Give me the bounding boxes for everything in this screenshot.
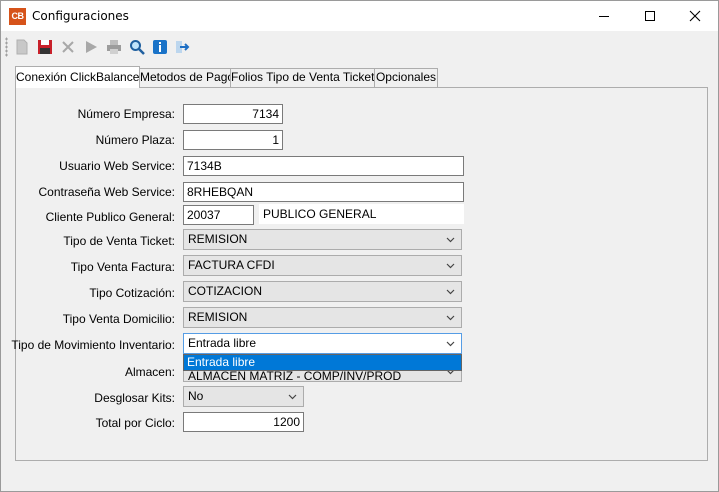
tab-panel-conexion: Número Empresa: 7134 Número Plaza: 1 Usu…	[11, 87, 708, 461]
run-icon	[86, 41, 97, 53]
tab-opcionales[interactable]: Opcionales	[374, 68, 438, 87]
tab-label: Folios Tipo de Venta Ticket	[231, 70, 375, 84]
numero-plaza-field[interactable]: 1	[183, 130, 283, 150]
numero-empresa-field[interactable]: 7134	[183, 104, 283, 124]
cliente-publico-label: Cliente Publico General:	[45, 210, 175, 224]
tipo-venta-factura-select[interactable]: FACTURA CFDI	[183, 255, 462, 276]
title-bar: CB Configuraciones	[1, 1, 718, 31]
tipo-cotizacion-value: COTIZACION	[188, 284, 262, 298]
chevron-down-icon	[288, 394, 297, 400]
maximize-icon	[645, 11, 655, 21]
tipo-venta-ticket-value: REMISION	[188, 232, 248, 246]
desglosar-kits-label: Desglosar Kits:	[94, 391, 175, 405]
app-logo-icon: CB	[9, 8, 26, 25]
tipo-venta-domicilio-value: REMISION	[188, 310, 248, 324]
tab-label: Metodos de Pago	[140, 70, 235, 84]
tab-label: Conexión ClickBalance	[16, 70, 140, 84]
save-icon	[38, 40, 52, 54]
new-button[interactable]	[13, 38, 31, 56]
tipo-mov-inventario-dropdown: Entrada libre	[183, 354, 462, 371]
info-button[interactable]	[151, 38, 169, 56]
exit-button[interactable]	[174, 38, 192, 56]
contrasena-ws-field[interactable]: 8RHEBQAN	[183, 182, 464, 202]
tipo-mov-inventario-label: Tipo de Movimiento Inventario:	[11, 338, 175, 352]
window-title: Configuraciones	[32, 9, 129, 23]
tipo-venta-factura-label: Tipo Venta Factura:	[70, 260, 175, 274]
delete-icon	[62, 41, 74, 53]
almacen-label: Almacen:	[124, 365, 175, 379]
info-icon	[153, 40, 167, 54]
tipo-venta-ticket-select[interactable]: REMISION	[183, 229, 462, 250]
tab-folios-tipo-venta-ticket[interactable]: Folios Tipo de Venta Ticket	[230, 68, 375, 87]
print-icon	[107, 40, 121, 54]
chevron-down-icon	[446, 237, 455, 243]
minimize-button[interactable]	[581, 1, 627, 31]
tab-metodos-de-pago[interactable]: Metodos de Pago	[139, 68, 235, 87]
delete-button[interactable]	[59, 38, 77, 56]
desglosar-kits-select[interactable]: No	[183, 386, 304, 407]
configuraciones-window: CB Configuraciones Conexión ClickBalance…	[0, 0, 719, 492]
chevron-down-icon	[446, 341, 455, 347]
numero-empresa-label: Número Empresa:	[77, 107, 175, 121]
minimize-icon	[599, 16, 609, 17]
print-button[interactable]	[105, 38, 123, 56]
tipo-venta-ticket-label: Tipo de Venta Ticket:	[63, 234, 175, 248]
contrasena-ws-label: Contraseña Web Service:	[38, 185, 175, 199]
desglosar-kits-value: No	[188, 389, 204, 403]
numero-plaza-label: Número Plaza:	[95, 133, 175, 147]
total-ciclo-field[interactable]: 1200	[183, 412, 304, 432]
dropdown-option-entrada-libre[interactable]: Entrada libre	[184, 355, 461, 370]
cliente-publico-name-field: PUBLICO GENERAL	[259, 204, 464, 224]
tipo-venta-domicilio-select[interactable]: REMISION	[183, 307, 462, 328]
tab-label: Opcionales	[375, 70, 437, 84]
new-icon	[16, 39, 28, 55]
tipo-venta-domicilio-label: Tipo Venta Domicilio:	[62, 312, 175, 326]
save-button[interactable]	[36, 38, 54, 56]
toolbar	[1, 32, 718, 62]
tab-conexion-clickbalance[interactable]: Conexión ClickBalance	[15, 66, 140, 88]
tipo-mov-inventario-value: Entrada libre	[188, 336, 257, 350]
chevron-down-icon	[446, 263, 455, 269]
usuario-ws-field[interactable]: 7134B	[183, 156, 464, 176]
run-button[interactable]	[82, 38, 100, 56]
tipo-cotizacion-label: Tipo Cotización:	[89, 286, 175, 300]
maximize-button[interactable]	[627, 1, 673, 31]
close-icon	[689, 10, 701, 22]
search-button[interactable]	[128, 38, 146, 56]
chevron-down-icon	[446, 289, 455, 295]
usuario-ws-label: Usuario Web Service:	[59, 159, 175, 173]
total-ciclo-label: Total por Ciclo:	[95, 416, 175, 430]
chevron-down-icon	[446, 315, 455, 321]
search-icon	[130, 40, 145, 55]
tipo-venta-factura-value: FACTURA CFDI	[188, 258, 275, 272]
cliente-publico-code-field[interactable]: 20037	[183, 205, 254, 225]
tipo-cotizacion-select[interactable]: COTIZACION	[183, 281, 462, 302]
exit-icon	[176, 41, 190, 53]
tipo-mov-inventario-select[interactable]: Entrada libre	[183, 333, 462, 354]
toolbar-grip[interactable]	[5, 37, 8, 57]
close-button[interactable]	[672, 1, 718, 31]
